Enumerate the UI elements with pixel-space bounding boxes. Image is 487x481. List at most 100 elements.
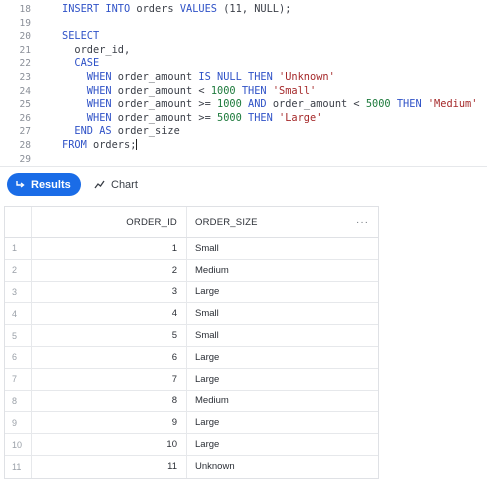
code-token: 1000 xyxy=(210,84,236,97)
code-token: order_amount < xyxy=(111,84,211,97)
order-id-cell[interactable]: 6 xyxy=(32,346,187,368)
order-size-cell[interactable]: Medium xyxy=(187,260,380,281)
row-index-cell: 2 xyxy=(5,259,32,281)
row-index-cell: 7 xyxy=(5,368,32,390)
order-id-cell[interactable]: 1 xyxy=(32,238,187,259)
code-line[interactable]: 26 WHEN order_amount >= 5000 THEN 'Large… xyxy=(0,112,487,126)
code-token: 'Small' xyxy=(266,84,317,97)
code-token: THEN xyxy=(390,98,422,111)
code-text[interactable]: WHEN order_amount >= 5000 THEN 'Large' xyxy=(62,112,323,126)
code-token: INSERT INTO xyxy=(62,3,131,15)
order-id-cell[interactable]: 7 xyxy=(32,368,187,390)
row-index-cell: 11 xyxy=(5,455,32,478)
order-id-cell[interactable]: 2 xyxy=(32,259,187,281)
code-token: 1000 xyxy=(217,98,242,111)
code-token: orders; xyxy=(86,139,137,151)
code-line[interactable]: 20 SELECT xyxy=(0,30,487,44)
table-row[interactable]: 7 7 Large xyxy=(5,368,380,391)
order-size-cell[interactable]: Unknown xyxy=(187,456,380,478)
code-line[interactable]: 24 WHEN order_amount < 1000 THEN 'Small' xyxy=(0,85,487,99)
code-text[interactable]: FROM orders; xyxy=(62,139,138,153)
table-row[interactable]: 5 5 Small xyxy=(5,325,378,347)
code-text[interactable]: WHEN order_amount >= 1000 AND order_amou… xyxy=(62,98,478,112)
code-line[interactable]: 25 WHEN order_amount >= 1000 AND order_a… xyxy=(0,98,487,112)
code-text[interactable]: CASE xyxy=(62,57,99,71)
order-size-cell[interactable]: Large xyxy=(187,434,380,455)
code-token: order_id, xyxy=(62,43,131,56)
column-menu-icon[interactable]: ··· xyxy=(356,207,369,237)
code-text[interactable]: SELECT xyxy=(62,30,99,44)
order-size-cell[interactable]: Large xyxy=(187,412,380,433)
order-id-cell[interactable]: 4 xyxy=(32,303,187,325)
line-number: 19 xyxy=(19,17,31,29)
order-id-cell[interactable]: 5 xyxy=(32,325,187,346)
code-token: WHEN xyxy=(62,98,112,111)
table-row[interactable]: 1 1 Small xyxy=(5,238,378,260)
table-row[interactable]: 2 2 Medium xyxy=(5,259,380,282)
order-id-cell[interactable]: 9 xyxy=(32,412,187,434)
table-row[interactable]: 6 6 Large xyxy=(5,346,380,369)
code-token: order_amount >= xyxy=(111,98,217,111)
line-number: 28 xyxy=(19,140,31,151)
order-id-cell[interactable]: 8 xyxy=(32,390,187,412)
line-number: 23 xyxy=(19,72,31,83)
code-line[interactable]: 18 INSERT INTO orders VALUES (11, NULL); xyxy=(0,3,487,17)
code-line[interactable]: 19 xyxy=(0,17,487,31)
results-grid: ORDER_ID ORDER_SIZE ··· 1 1 Small 2 2 Medium 3… xyxy=(4,206,379,479)
code-text[interactable]: WHEN order_amount IS NULL THEN 'Unknown' xyxy=(62,71,335,85)
code-token: order_amount < xyxy=(266,98,366,111)
line-number: 25 xyxy=(19,99,31,111)
order-id-cell[interactable]: 11 xyxy=(32,455,187,478)
code-token: WHEN xyxy=(62,71,112,83)
table-row[interactable]: 11 11 Unknown xyxy=(5,455,380,478)
row-index-cell: 4 xyxy=(5,303,32,325)
results-tab-button[interactable]: Results xyxy=(7,173,81,196)
text-cursor xyxy=(136,139,138,150)
code-line[interactable]: 22 CASE xyxy=(0,57,487,71)
row-index-cell: 3 xyxy=(5,281,32,303)
table-row[interactable]: 8 8 Medium xyxy=(5,390,380,413)
code-line[interactable]: 23 WHEN order_amount IS NULL THEN 'Unkno… xyxy=(0,71,487,85)
code-token: IS NULL THEN xyxy=(198,71,273,83)
order-size-cell[interactable]: Small xyxy=(187,238,380,259)
chart-tab-button[interactable]: Chart xyxy=(94,173,138,196)
code-token: VALUES xyxy=(179,3,218,15)
code-line[interactable]: 29 xyxy=(0,153,487,166)
order-size-cell[interactable]: Large xyxy=(187,369,380,390)
line-chart-icon xyxy=(94,180,105,189)
table-row[interactable]: 3 3 Large xyxy=(5,281,380,304)
code-line[interactable]: 27 END AS order_size xyxy=(0,125,487,139)
table-row[interactable]: 9 9 Large xyxy=(5,412,380,435)
table-row[interactable]: 4 4 Small xyxy=(5,303,380,326)
order-size-cell[interactable]: Small xyxy=(187,325,380,346)
line-number: 29 xyxy=(19,153,31,165)
order-size-cell[interactable]: Small xyxy=(187,303,380,324)
order-size-cell[interactable]: Large xyxy=(187,347,380,368)
table-row[interactable]: 10 10 Large xyxy=(5,434,378,456)
code-text[interactable]: INSERT INTO orders VALUES (11, NULL); xyxy=(62,3,291,17)
order-size-cell[interactable]: Medium xyxy=(187,391,380,412)
chart-tab-label: Chart xyxy=(111,178,138,191)
row-index-cell: 1 xyxy=(5,238,32,259)
code-token: SELECT xyxy=(62,30,100,43)
code-line[interactable]: 28 FROM orders; xyxy=(0,139,487,153)
line-number: 20 xyxy=(19,31,31,43)
code-token: order_amount xyxy=(111,71,199,83)
row-index-cell: 9 xyxy=(5,412,32,434)
order-size-cell[interactable]: Large xyxy=(187,282,380,303)
code-token: FROM xyxy=(62,139,87,151)
code-token: order_size xyxy=(111,125,180,138)
code-line[interactable]: 21 order_id, xyxy=(0,44,487,58)
order-id-cell[interactable]: 3 xyxy=(32,281,187,303)
return-arrow-icon xyxy=(16,180,25,188)
code-text[interactable]: WHEN order_amount < 1000 THEN 'Small' xyxy=(62,85,316,99)
line-number: 27 xyxy=(19,126,31,138)
code-text[interactable]: END AS order_size xyxy=(62,125,180,139)
row-index-cell: 10 xyxy=(5,434,32,455)
code-text[interactable]: order_id, xyxy=(62,44,130,58)
column-header-order-size[interactable]: ORDER_SIZE xyxy=(187,207,380,237)
order-id-cell[interactable]: 10 xyxy=(32,434,187,455)
code-token: orders xyxy=(130,3,180,15)
sql-editor[interactable]: 18 INSERT INTO orders VALUES (11, NULL); 1… xyxy=(0,0,487,166)
column-header-order-id[interactable]: ORDER_ID xyxy=(32,207,187,237)
